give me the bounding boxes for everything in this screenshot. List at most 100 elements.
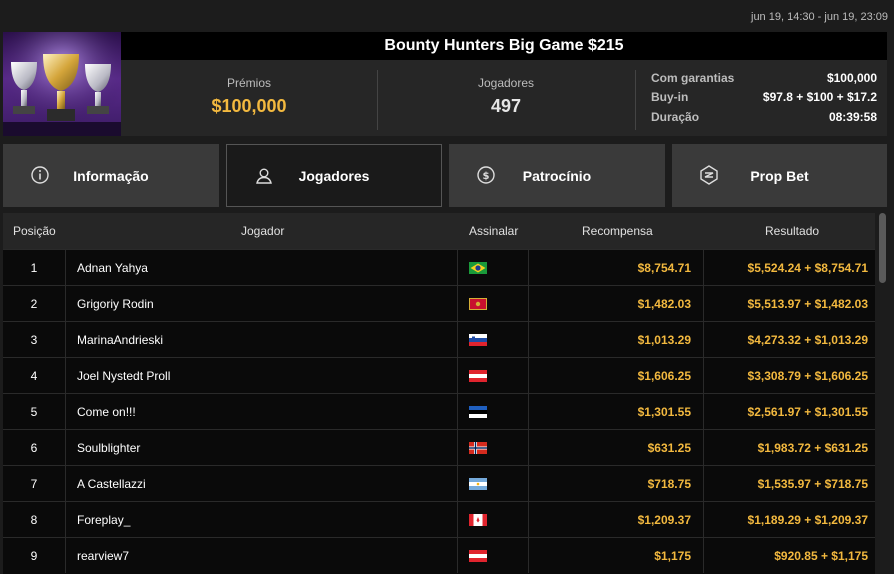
country-flag-cell <box>469 502 487 537</box>
reward-cell: $1,482.03 <box>637 296 691 311</box>
guarantee-row: Com garantias $100,000 <box>651 68 877 88</box>
result-cell: $5,513.97 + $1,482.03 <box>747 296 868 311</box>
player-name-cell[interactable]: MarinaAndrieski <box>77 322 163 357</box>
result-cell: $5,524.24 + $8,754.71 <box>747 260 868 275</box>
cell-divider <box>457 358 458 393</box>
position-cell: 9 <box>30 548 38 563</box>
detail-key: Buy-in <box>651 90 689 105</box>
position-cell: 1 <box>30 260 38 275</box>
info-icon <box>31 166 49 184</box>
tab-sponsorship[interactable]: $ Patrocínio <box>449 144 665 207</box>
country-flag-cell <box>469 322 487 357</box>
table-row[interactable]: 2 Grigoriy Rodin $1,482.03 $5,513.97 + $1,4… <box>3 285 875 321</box>
scrollbar-thumb[interactable] <box>879 213 886 283</box>
trophy-image <box>3 32 121 136</box>
table-row[interactable]: 5 Come on!!! $1,301.55 $2,561.97 + $1,301.5… <box>3 393 875 429</box>
tournament-header: Bounty Hunters Big Game $215 Prémios $10… <box>3 32 887 136</box>
table-row[interactable]: 6 Soulblighter $631.25 $1,983.72 + $631.25 <box>3 429 875 465</box>
prize-value: $100,000 <box>211 96 287 116</box>
cell-divider <box>457 430 458 465</box>
col-reward[interactable]: Recompensa <box>582 224 653 238</box>
result-cell: $1,189.29 + $1,209.37 <box>747 512 868 527</box>
position-cell: 5 <box>30 404 38 419</box>
svg-text:$: $ <box>483 171 490 182</box>
table-row[interactable]: 9 rearview7 $1,175 $920.85 + $1,175 <box>3 537 875 573</box>
position-cell: 2 <box>30 296 38 311</box>
divider <box>635 70 636 130</box>
reward-cell: $1,301.55 <box>637 404 691 419</box>
tab-label: Informação <box>73 167 149 184</box>
canada-flag-icon <box>469 513 487 526</box>
dollar-coin-icon: $ <box>477 166 495 184</box>
players-table: Posição Jogador Assinalar Recompensa Res… <box>3 213 875 574</box>
result-cell: $3,308.79 + $1,606.25 <box>747 368 868 383</box>
table-header: Posição Jogador Assinalar Recompensa Res… <box>3 213 875 249</box>
tab-label: Patrocínio <box>522 167 592 184</box>
reward-cell: $631.25 <box>647 440 691 455</box>
position-cell: 3 <box>30 332 38 347</box>
table-row[interactable]: 4 Joel Nystedt Proll $1,606.25 $3,308.79 + … <box>3 357 875 393</box>
col-sign[interactable]: Assinalar <box>469 224 518 238</box>
cell-divider <box>457 394 458 429</box>
tournament-title: Bounty Hunters Big Game $215 <box>121 32 887 60</box>
detail-value: $100,000 <box>826 70 877 85</box>
country-flag-cell <box>469 250 487 285</box>
table-row[interactable]: 3 MarinaAndrieski $1,013.29 $4,273.32 + $1,… <box>3 321 875 357</box>
table-row[interactable]: 8 Foreplay_ $1,209.37 $1,189.29 + $1,209.37 <box>3 501 875 537</box>
cell-divider <box>457 466 458 501</box>
duration-row: Duração 08:39:58 <box>651 107 877 127</box>
table-row[interactable]: 7 A Castellazzi $718.75 $1,535.97 + $718.75 <box>3 465 875 501</box>
cell-divider <box>65 538 66 573</box>
user-icon <box>256 168 272 184</box>
tab-label: Jogadores <box>298 167 370 184</box>
reward-cell: $1,175 <box>654 548 691 563</box>
player-name-cell[interactable]: rearview7 <box>77 538 129 573</box>
player-name-cell[interactable]: Come on!!! <box>77 394 136 429</box>
player-name-cell[interactable]: Grigoriy Rodin <box>77 286 154 321</box>
scrollbar[interactable] <box>878 213 887 574</box>
brazil-flag-icon <box>469 261 487 274</box>
austria-flag-icon <box>469 549 487 562</box>
detail-key: Duração <box>651 109 700 124</box>
cell-divider <box>457 322 458 357</box>
cell-divider <box>65 394 66 429</box>
player-name-cell[interactable]: A Castellazzi <box>77 466 146 501</box>
cell-divider <box>65 250 66 285</box>
montenegro-flag-icon <box>469 297 487 310</box>
cell-divider <box>457 250 458 285</box>
players-stat: Jogadores 497 <box>377 60 635 136</box>
col-position[interactable]: Posição <box>13 224 56 238</box>
col-result[interactable]: Resultado <box>765 224 819 238</box>
tournament-details: Com garantias $100,000 Buy-in $97.8 + $1… <box>651 68 877 127</box>
tab-information[interactable]: Informação <box>3 144 219 207</box>
cell-divider <box>65 286 66 321</box>
reward-cell: $1,013.29 <box>637 332 691 347</box>
estonia-flag-icon <box>469 405 487 418</box>
country-flag-cell <box>469 394 487 429</box>
prop-bet-icon <box>700 165 718 185</box>
austria-flag-icon <box>469 369 487 382</box>
player-name-cell[interactable]: Soulblighter <box>77 430 140 465</box>
cell-divider <box>65 502 66 537</box>
col-player[interactable]: Jogador <box>241 224 284 238</box>
player-name-cell[interactable]: Joel Nystedt Proll <box>77 358 170 393</box>
table-row[interactable]: 1 Adnan Yahya $8,754.71 $5,524.24 + $8,754.… <box>3 249 875 285</box>
players-value: 497 <box>490 96 522 116</box>
result-cell: $1,983.72 + $631.25 <box>757 440 868 455</box>
player-name-cell[interactable]: Foreplay_ <box>77 502 130 537</box>
buyin-row: Buy-in $97.8 + $100 + $17.2 <box>651 88 877 108</box>
result-cell: $2,561.97 + $1,301.55 <box>747 404 868 419</box>
player-name-cell[interactable]: Adnan Yahya <box>77 250 148 285</box>
argentina-flag-icon <box>469 477 487 490</box>
norway-flag-icon <box>469 441 487 454</box>
detail-value: 08:39:58 <box>828 109 877 124</box>
country-flag-cell <box>469 286 487 321</box>
result-cell: $4,273.32 + $1,013.29 <box>747 332 868 347</box>
date-range: jun 19, 14:30 - jun 19, 23:09 <box>751 11 888 23</box>
reward-cell: $1,606.25 <box>637 368 691 383</box>
tournament-stats: Prémios $100,000 Jogadores 497 Com garan… <box>121 60 887 136</box>
cell-divider <box>457 502 458 537</box>
tab-prop-bet[interactable]: Prop Bet <box>672 144 887 207</box>
prize-label: Prémios <box>226 76 271 90</box>
tab-players[interactable]: Jogadores <box>226 144 442 207</box>
